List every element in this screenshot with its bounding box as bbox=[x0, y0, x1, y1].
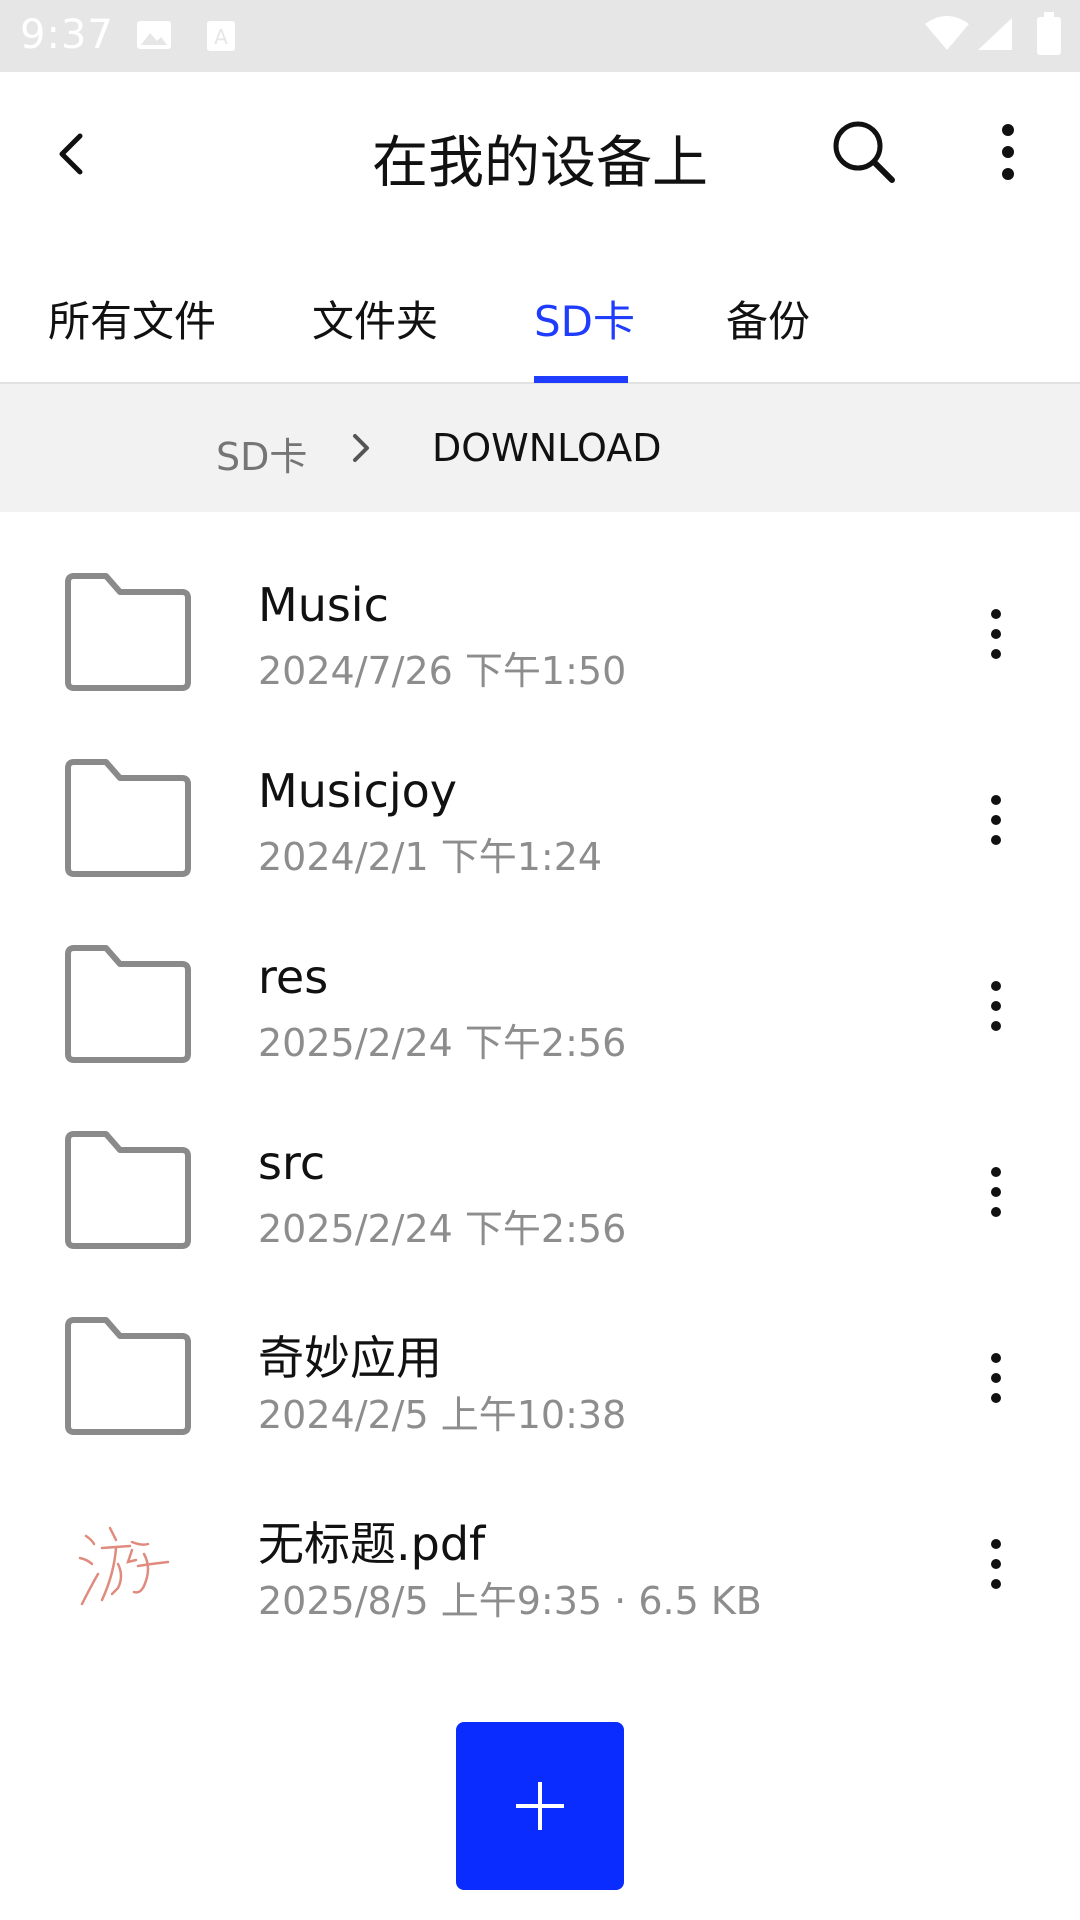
file-name: Musicjoy bbox=[258, 764, 458, 818]
item-more-icon[interactable] bbox=[976, 1162, 1016, 1222]
file-meta: 2025/8/5 上午9:35 · 6.5 KB bbox=[258, 1579, 762, 1623]
app-bar: 在我的设备上 bbox=[0, 72, 1080, 242]
breadcrumb-root[interactable]: SD卡 bbox=[216, 426, 307, 481]
text-notification-icon: A bbox=[207, 21, 235, 51]
list-item[interactable]: 无标题.pdf 2025/8/5 上午9:35 · 6.5 KB bbox=[0, 1442, 1080, 1628]
file-name: src bbox=[258, 1136, 326, 1190]
list-item[interactable]: 奇妙应用 2024/2/5 上午10:38 bbox=[0, 1256, 1080, 1442]
list-item[interactable]: Music 2024/7/26 下午1:50 bbox=[0, 512, 1080, 698]
image-notification-icon bbox=[137, 21, 171, 49]
file-meta: 2024/2/1 下午1:24 bbox=[258, 835, 603, 879]
pdf-thumbnail-icon bbox=[78, 1526, 170, 1606]
status-time: 9:37 bbox=[20, 12, 114, 58]
file-meta: 2024/7/26 下午1:50 bbox=[258, 649, 627, 693]
search-button[interactable] bbox=[828, 116, 900, 188]
file-meta: 2025/2/24 下午2:56 bbox=[258, 1021, 627, 1065]
chevron-right-icon bbox=[353, 434, 369, 462]
item-more-icon[interactable] bbox=[976, 1534, 1016, 1594]
folder-icon bbox=[65, 573, 191, 691]
back-arrow-icon bbox=[59, 133, 83, 175]
tab-folders[interactable]: 文件夹 bbox=[312, 288, 438, 349]
item-more-icon[interactable] bbox=[976, 604, 1016, 664]
item-more-icon[interactable] bbox=[976, 976, 1016, 1036]
cell-signal-icon bbox=[978, 18, 1012, 50]
folder-icon bbox=[65, 1131, 191, 1249]
tab-sd-card[interactable]: SD卡 bbox=[534, 288, 635, 349]
list-item[interactable]: Musicjoy 2024/2/1 下午1:24 bbox=[0, 698, 1080, 884]
folder-icon bbox=[65, 1317, 191, 1435]
search-icon bbox=[833, 121, 895, 183]
overflow-menu-button[interactable] bbox=[980, 116, 1036, 188]
file-name: 奇妙应用 bbox=[258, 1331, 442, 1385]
breadcrumb: SD卡 DOWNLOAD bbox=[0, 384, 1080, 512]
file-name: res bbox=[258, 950, 329, 1004]
list-item[interactable]: res 2025/2/24 下午2:56 bbox=[0, 884, 1080, 1070]
file-name: 无标题.pdf bbox=[258, 1517, 486, 1571]
folder-icon bbox=[65, 945, 191, 1063]
list-item[interactable]: src 2025/2/24 下午2:56 bbox=[0, 1070, 1080, 1256]
breadcrumb-current: DOWNLOAD bbox=[432, 426, 662, 470]
tab-bar: 所有文件 文件夹 SD卡 备份 bbox=[0, 242, 1080, 384]
tab-backup[interactable]: 备份 bbox=[726, 288, 810, 349]
item-more-icon[interactable] bbox=[976, 790, 1016, 850]
file-list: Music 2024/7/26 下午1:50 Musicjoy 2024/2/1… bbox=[0, 512, 1080, 1628]
battery-icon bbox=[1037, 12, 1061, 55]
page-title: 在我的设备上 bbox=[372, 131, 708, 196]
active-tab-indicator bbox=[534, 376, 628, 383]
add-button[interactable] bbox=[456, 1722, 624, 1890]
back-button[interactable] bbox=[40, 122, 104, 186]
folder-icon bbox=[65, 759, 191, 877]
item-more-icon[interactable] bbox=[976, 1348, 1016, 1408]
file-meta: 2025/2/24 下午2:56 bbox=[258, 1207, 627, 1251]
file-name: Music bbox=[258, 578, 389, 632]
file-meta: 2024/2/5 上午10:38 bbox=[258, 1393, 627, 1437]
wifi-icon bbox=[925, 16, 969, 50]
more-vert-icon bbox=[1002, 124, 1014, 180]
svg-text:A: A bbox=[214, 25, 228, 49]
tab-all-files[interactable]: 所有文件 bbox=[48, 288, 216, 349]
status-bar: 9:37 A bbox=[0, 0, 1080, 72]
plus-icon bbox=[516, 1782, 564, 1830]
